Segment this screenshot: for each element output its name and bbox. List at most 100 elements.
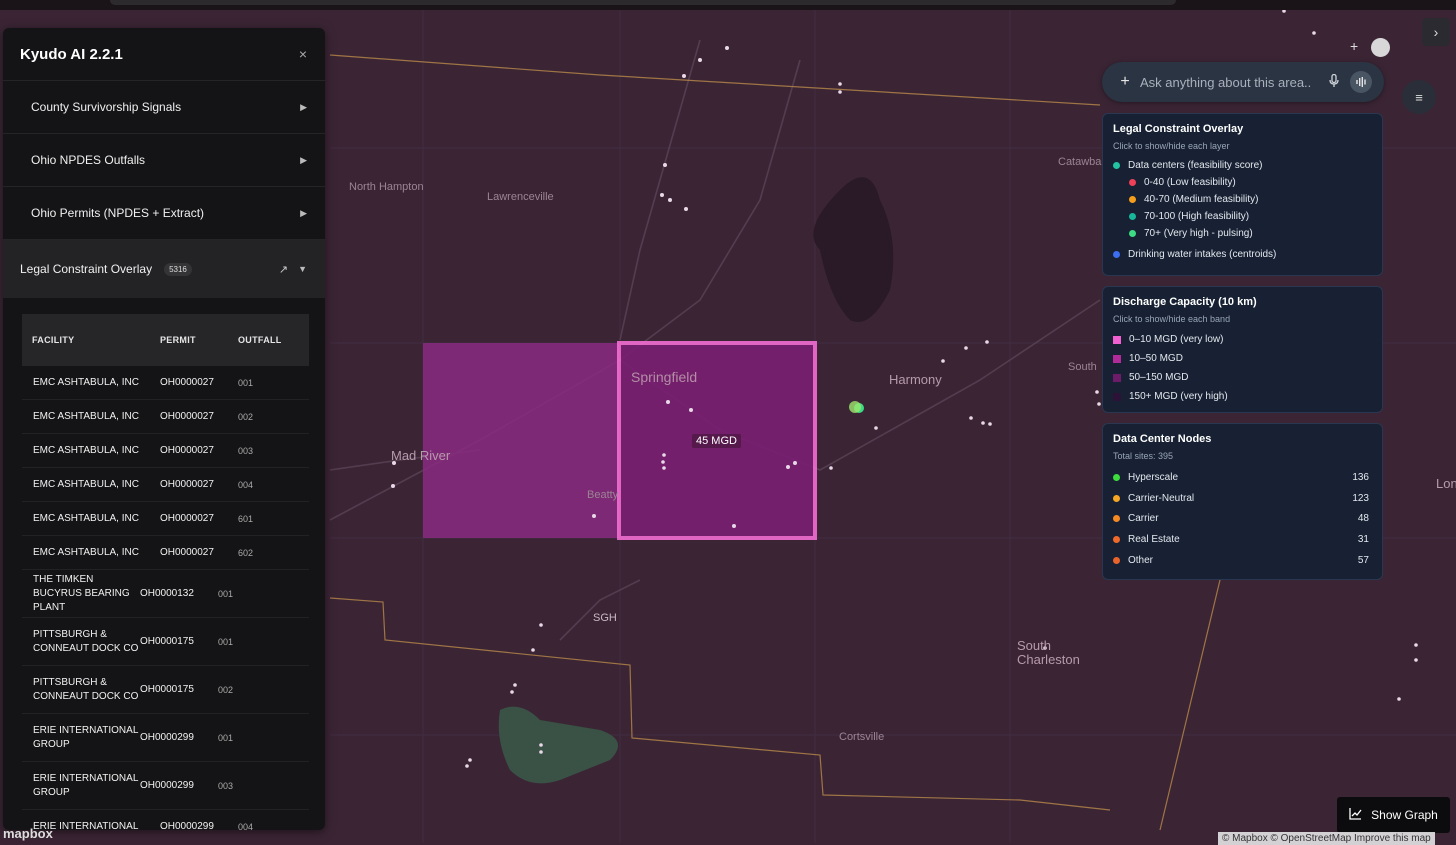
table-cell-facility: EMC ASHTABULA, INC: [33, 478, 139, 490]
sidebar-header: Kyudo AI 2.2.1 ×: [3, 28, 325, 81]
legend-label: 70-100 (High feasibility): [1144, 211, 1250, 222]
legend-label: Carrier: [1128, 513, 1159, 525]
table-row[interactable]: EMC ASHTABULA, INC OH0000027 001: [22, 366, 309, 400]
external-link-icon[interactable]: ↗: [279, 263, 288, 276]
legend-toggle-node-type[interactable]: Real Estate 31: [1113, 529, 1372, 550]
legend-swatch: [1113, 335, 1121, 344]
legend-count: 136: [1352, 471, 1369, 483]
table-row[interactable]: ERIE INTERNATIONAL GROUP OH0000299 003: [22, 762, 309, 810]
map-attribution[interactable]: © Mapbox © OpenStreetMap Improve this ma…: [1218, 832, 1435, 845]
legend-toggle-feasibility-band[interactable]: 40-70 (Medium feasibility): [1113, 191, 1372, 208]
legend-label: 70+ (Very high - pulsing): [1144, 228, 1253, 239]
menu-button[interactable]: ≡: [1402, 80, 1436, 114]
legend-toggle-capacity-band[interactable]: 150+ MGD (very high): [1113, 387, 1372, 406]
legend-toggle-node-type[interactable]: Carrier 48: [1113, 508, 1372, 529]
legend-toggle-feasibility-band[interactable]: 0-40 (Low feasibility): [1113, 174, 1372, 191]
column-header[interactable]: FACILITY: [22, 335, 160, 345]
user-avatar[interactable]: [1371, 38, 1390, 57]
sidebar-item-npdes-outfalls[interactable]: Ohio NPDES Outfalls ▶: [3, 134, 325, 187]
table-cell-permit: OH0000027: [160, 547, 214, 558]
legend-swatch: [1113, 373, 1121, 382]
chevron-down-icon[interactable]: ▼: [298, 264, 307, 274]
discharge-capacity-legend: Discharge Capacity (10 km) Click to show…: [1102, 286, 1383, 413]
table-cell-outfall: 001: [218, 636, 234, 647]
legend-swatch: [1113, 535, 1120, 543]
table-row[interactable]: EMC ASHTABULA, INC OH0000027 003: [22, 434, 309, 468]
panel-subtitle: Total sites: 395: [1113, 451, 1174, 461]
table-row[interactable]: PITTSBURGH & CONNEAUT DOCK CO OH0000175 00…: [22, 618, 309, 666]
table-cell-facility: PITTSBURGH & CONNEAUT DOCK CO: [33, 628, 139, 654]
table-cell-outfall: 001: [218, 588, 234, 599]
place-label: North Hampton: [349, 181, 424, 193]
show-graph-label: Show Graph: [1371, 808, 1438, 822]
column-header[interactable]: PERMIT: [160, 335, 236, 345]
legend-toggle-node-type[interactable]: Hyperscale 136: [1113, 467, 1372, 488]
capacity-cell: [423, 343, 619, 538]
legal-constraint-legend: Legal Constraint Overlay Click to show/h…: [1102, 113, 1383, 276]
legend-toggle-data-centers[interactable]: Data centers (feasibility score): [1113, 157, 1372, 174]
expand-arrow-icon: ▶: [300, 101, 307, 112]
legend-toggle-feasibility-band[interactable]: 70+ (Very high - pulsing): [1113, 225, 1372, 242]
legend-count: 48: [1357, 513, 1369, 525]
place-label: South: [1068, 361, 1097, 373]
legend-toggle-intakes[interactable]: Drinking water intakes (centroids): [1113, 246, 1372, 263]
table-row[interactable]: PITTSBURGH & CONNEAUT DOCK CO OH0000175 00…: [22, 666, 309, 714]
table-header: FACILITY PERMIT OUTFALL: [22, 314, 309, 366]
table-row[interactable]: EMC ASHTABULA, INC OH0000027 002: [22, 400, 309, 434]
legend-label: Hyperscale: [1128, 471, 1179, 483]
legend-label: Real Estate: [1128, 533, 1180, 545]
column-header[interactable]: OUTFALL: [236, 335, 298, 345]
legend-label: Data centers (feasibility score): [1128, 160, 1263, 171]
legend-label: Other: [1128, 554, 1154, 566]
collapse-panel-button[interactable]: ›: [1422, 18, 1450, 46]
place-label: Springfield: [631, 369, 698, 385]
place-label: SGH: [593, 612, 617, 624]
permits-table: FACILITY PERMIT OUTFALL EMC ASHTABULA, I…: [22, 314, 309, 830]
data-center-node-halo: [849, 401, 861, 413]
table-cell-permit: OH0000175: [140, 684, 194, 695]
table-row[interactable]: EMC ASHTABULA, INC OH0000027 004: [22, 468, 309, 502]
sidebar-item-legal-constraint[interactable]: Legal Constraint Overlay 5316 ↗ ▼: [3, 240, 325, 298]
place-label: Lon: [1436, 476, 1456, 491]
table-cell-facility: EMC ASHTABULA, INC: [33, 376, 139, 388]
table-row[interactable]: ERIE INTERNATIONAL GROUP OH0000299 001: [22, 714, 309, 762]
table-cell-permit: OH0000027: [160, 479, 214, 490]
table-cell-facility: EMC ASHTABULA, INC: [33, 410, 139, 422]
table-row[interactable]: THE TIMKEN BUCYRUS BEARING PLANT OH000013…: [22, 570, 309, 618]
sidebar-item-ohio-permits[interactable]: Ohio Permits (NPDES + Extract) ▶: [3, 187, 325, 240]
table-cell-permit: OH0000299: [160, 821, 214, 830]
legend-swatch: [1129, 213, 1136, 220]
legend-toggle-feasibility-band[interactable]: 70-100 (High feasibility): [1113, 208, 1372, 225]
table-row[interactable]: EMC ASHTABULA, INC OH0000027 602: [22, 536, 309, 570]
voice-mode-icon[interactable]: [1350, 71, 1372, 93]
legend-toggle-capacity-band[interactable]: 50–150 MGD: [1113, 368, 1372, 387]
add-icon[interactable]: +: [1110, 73, 1140, 91]
legend-toggle-capacity-band[interactable]: 10–50 MGD: [1113, 349, 1372, 368]
sidebar-item-county-survivorship[interactable]: County Survivorship Signals ▶: [3, 81, 325, 134]
microphone-icon[interactable]: [1324, 73, 1344, 91]
table-row[interactable]: EMC ASHTABULA, INC OH0000027 601: [22, 502, 309, 536]
legend-count: 123: [1352, 492, 1369, 504]
panel-subtitle: Click to show/hide each layer: [1113, 141, 1230, 151]
legend-toggle-node-type[interactable]: Other 57: [1113, 550, 1372, 571]
search-input[interactable]: Ask anything about this area..: [1140, 75, 1324, 90]
legend-label: 150+ MGD (very high): [1129, 391, 1228, 402]
table-row[interactable]: ERIE INTERNATIONAL OH0000299 004: [22, 810, 309, 831]
legend-label: 10–50 MGD: [1129, 353, 1183, 364]
ask-search-bar[interactable]: + Ask anything about this area..: [1102, 62, 1384, 102]
legend-swatch: [1113, 473, 1120, 481]
browser-top-strip: [0, 0, 1456, 10]
plus-icon[interactable]: +: [1350, 38, 1358, 54]
expand-arrow-icon: ▶: [300, 207, 307, 218]
table-cell-outfall: 004: [238, 479, 254, 490]
legend-count: 57: [1357, 554, 1369, 566]
legend-toggle-node-type[interactable]: Carrier-Neutral 123: [1113, 488, 1372, 509]
place-label: Catawba: [1058, 156, 1102, 168]
close-icon[interactable]: ×: [299, 46, 307, 62]
legend-label: 40-70 (Medium feasibility): [1144, 194, 1259, 205]
table-cell-outfall: 601: [238, 513, 254, 524]
count-badge: 5316: [164, 262, 192, 276]
show-graph-button[interactable]: Show Graph: [1337, 797, 1450, 833]
sidebar-item-label: County Survivorship Signals: [31, 100, 182, 114]
legend-toggle-capacity-band[interactable]: 0–10 MGD (very low): [1113, 330, 1372, 349]
